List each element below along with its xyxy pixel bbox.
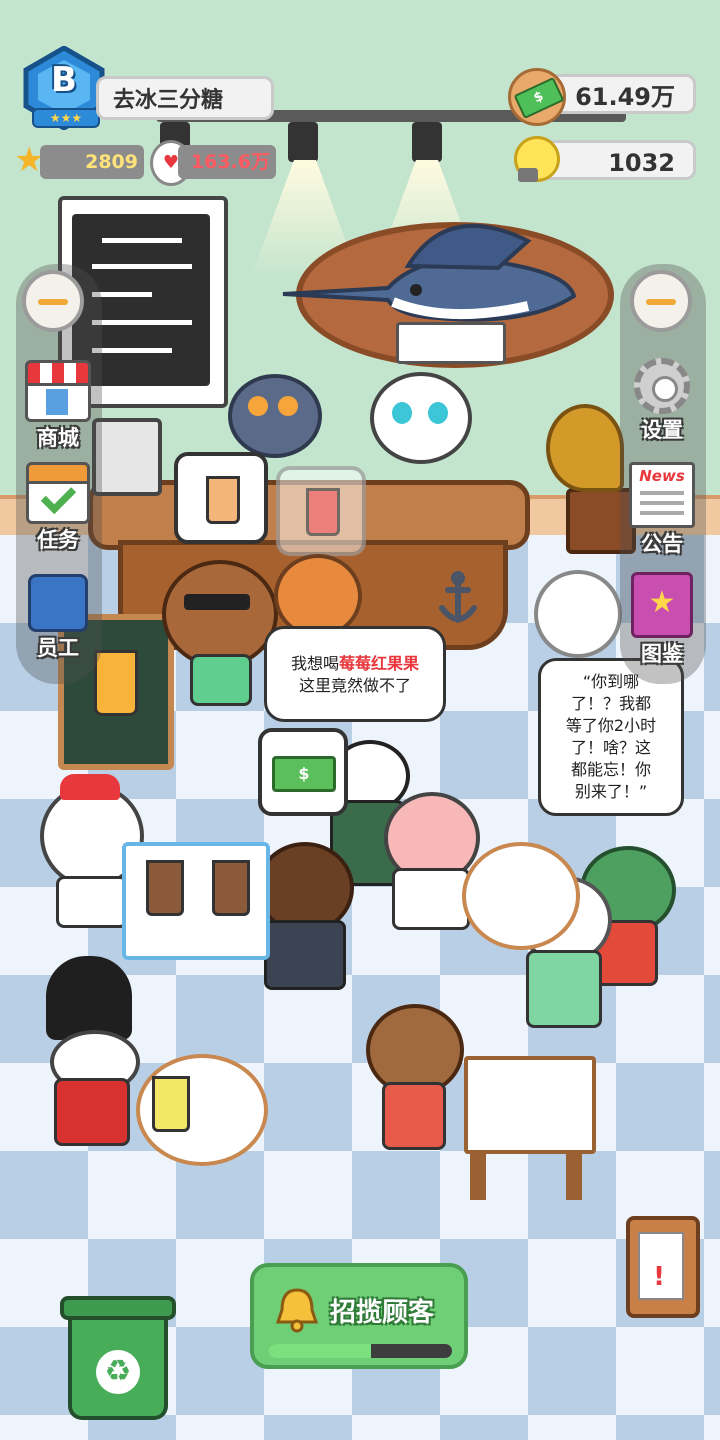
album-icon: ★: [631, 572, 693, 638]
staff-apron-icon: [28, 574, 88, 632]
spotlight: [412, 122, 442, 162]
collapse-left-button[interactable]: [22, 270, 84, 332]
alert-icon: !: [653, 1262, 665, 1292]
cash-icon: $: [272, 756, 336, 792]
ideas-display[interactable]: 1032: [536, 140, 696, 180]
cash-register: [92, 418, 162, 496]
customer-alpaca[interactable]: [534, 570, 622, 658]
monkey-speech-bubble: 我想喝莓莓红果果 这里竟然做不了: [264, 626, 446, 722]
deer-dress: [382, 1082, 446, 1150]
gear-icon: [634, 358, 690, 414]
star-count: 2809: [40, 145, 144, 179]
collapse-right-button[interactable]: [630, 270, 692, 332]
menu-label: 商城: [37, 426, 79, 450]
menu-album-button[interactable]: ★ 图鉴: [622, 572, 702, 668]
rank-letter: B: [51, 60, 77, 100]
bubble-text: 别来了！”: [574, 782, 648, 801]
bear-suit: [264, 920, 346, 990]
bell-icon: [272, 1284, 322, 1334]
bubble-text: 我想喝: [290, 654, 339, 673]
menu-label: 设置: [641, 418, 683, 442]
menu-shop-button[interactable]: 商城: [18, 360, 98, 452]
payment-bubble[interactable]: $: [258, 728, 348, 816]
bubble-text: 都能忘！你: [570, 760, 651, 779]
order-clipboard-button[interactable]: !: [626, 1216, 700, 1318]
shop-icon: [25, 360, 91, 422]
anchor-icon: [439, 571, 477, 623]
trash-bin-button[interactable]: ♻: [60, 1296, 176, 1422]
recruit-progress-fill: [268, 1344, 372, 1358]
customer-deer-girl[interactable]: [274, 554, 362, 638]
staff-grey-cat: [228, 374, 322, 458]
checklist-icon: [26, 462, 90, 524]
news-icon: News: [629, 462, 695, 528]
shop-name[interactable]: 去冰三分糖: [96, 76, 274, 120]
cash-icon: $: [508, 68, 566, 126]
round-table-left: [136, 1054, 268, 1166]
menu-label: 任务: [37, 528, 79, 552]
staff-white-cat: [370, 372, 472, 464]
bubble-text: 这里竟然做不了: [298, 676, 411, 695]
recycle-icon: ♻: [96, 1350, 140, 1394]
menu-label: 图鉴: [641, 642, 683, 666]
menu-staff-button[interactable]: 员工: [18, 574, 98, 662]
spotlight: [288, 122, 318, 162]
dog-kimono: [526, 950, 602, 1028]
lightbulb-base: [518, 168, 538, 182]
gramophone-horn: [546, 404, 624, 492]
guard-uniform: [54, 1078, 130, 1146]
bubble-text: 等了你2小时: [565, 716, 657, 735]
order-bubble-red-drink: [276, 466, 366, 556]
square-table-blue-cloth: [122, 842, 270, 960]
plaque-sign: [396, 322, 506, 364]
table-leg: [470, 1150, 486, 1200]
popularity-count: 163.6万: [178, 145, 276, 179]
pig-karate-gi: [392, 868, 470, 930]
shop-rank-badge[interactable]: B ★★★: [22, 45, 106, 131]
recruit-label: 招揽顾客: [330, 1298, 435, 1328]
customer-monkey[interactable]: [162, 560, 278, 668]
menu-notice-button[interactable]: News 公告: [622, 462, 702, 558]
menu-label: 员工: [37, 636, 79, 660]
table-leg: [566, 1150, 582, 1200]
recruit-progress-bar: [268, 1344, 452, 1358]
swordfish-trophy: [282, 223, 577, 322]
monkey-shirt: [190, 654, 252, 706]
news-icon-text: News: [639, 467, 685, 485]
round-table-right: [462, 842, 580, 950]
bubble-text: 了！？我都: [570, 694, 651, 713]
square-table-empty: [464, 1056, 596, 1154]
rank-stars-icon: ★★★: [32, 108, 100, 128]
menu-tasks-button[interactable]: 任务: [18, 462, 98, 554]
tiger-body: [56, 876, 128, 928]
order-bubble-milk-tea: [174, 452, 268, 544]
menu-settings-button[interactable]: 设置: [622, 358, 702, 444]
menu-label: 公告: [641, 532, 683, 556]
guard-bearskin-hat: [46, 956, 132, 1040]
bubble-drink-name: 莓莓红果果: [339, 654, 420, 673]
bubble-text: 了！啥？这: [570, 738, 651, 757]
